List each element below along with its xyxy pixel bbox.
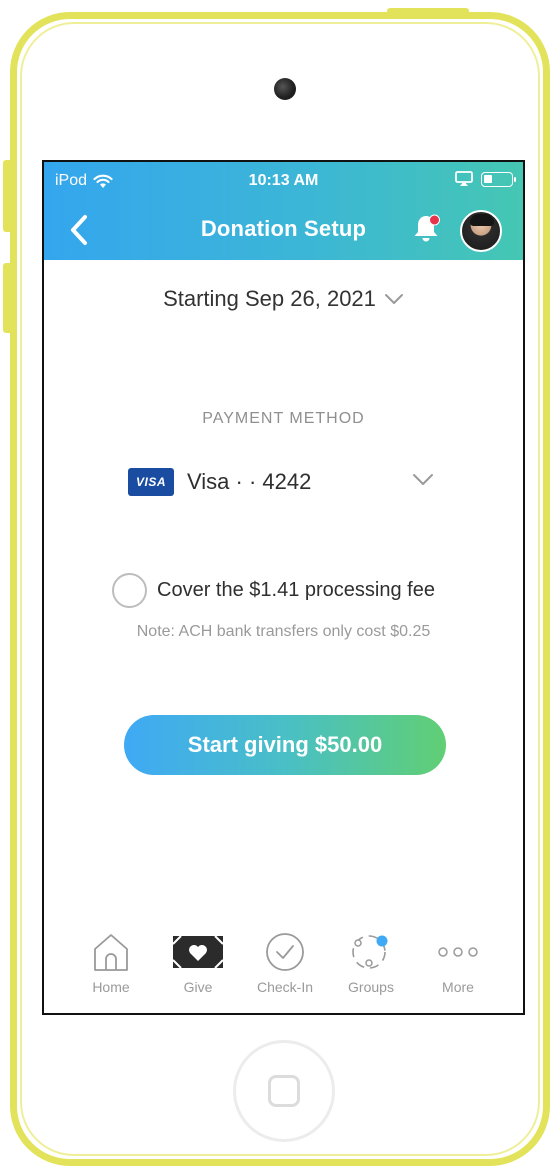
app-screen: iPod 10:13 AM Donation Setup Starting Se… <box>42 160 525 1015</box>
cover-fee-radio[interactable] <box>112 572 147 608</box>
airplay-icon <box>455 171 473 186</box>
start-giving-button[interactable]: Start giving $50.00 <box>124 715 446 775</box>
volume-down-button <box>3 263 10 333</box>
profile-avatar[interactable] <box>460 210 502 252</box>
visa-logo-icon: VISA <box>128 468 174 496</box>
start-date-selector[interactable]: Starting Sep 26, 2021 <box>44 286 523 312</box>
home-icon <box>94 934 128 971</box>
volume-up-button <box>3 160 10 232</box>
tab-check-in[interactable]: Check-In <box>240 927 330 995</box>
tab-bar: Home Give Check-In Groups More <box>44 927 523 1013</box>
chevron-down-icon <box>413 474 433 485</box>
payment-method-selector[interactable]: VISA Visa · · 4242 <box>128 464 448 500</box>
avatar-hair <box>470 214 494 226</box>
tab-groups-label: Groups <box>348 979 394 995</box>
device-home-button[interactable] <box>233 1040 335 1142</box>
tab-home[interactable]: Home <box>66 927 156 995</box>
start-date-label: Starting Sep 26, 2021 <box>163 286 376 311</box>
tab-groups[interactable]: Groups <box>326 927 416 995</box>
card-label: Visa · · 4242 <box>187 469 312 494</box>
front-camera <box>274 78 296 100</box>
bell-icon <box>414 214 440 242</box>
tab-more[interactable]: More <box>413 927 503 995</box>
app-header: iPod 10:13 AM Donation Setup <box>44 162 523 260</box>
ach-fee-note: Note: ACH bank transfers only cost $0.25 <box>136 623 431 640</box>
groups-icon <box>352 935 388 969</box>
more-icon <box>438 947 478 957</box>
tab-check-in-label: Check-In <box>256 979 314 995</box>
status-bar: iPod 10:13 AM <box>44 162 523 200</box>
status-right-icons <box>455 171 516 187</box>
sleep-wake-button <box>387 8 469 14</box>
cover-fee-option[interactable]: Cover the $1.41 processing fee <box>112 572 435 608</box>
page-title: Donation Setup <box>200 216 367 241</box>
notifications-button[interactable] <box>410 212 442 244</box>
status-time: 10:13 AM <box>248 172 319 189</box>
check-circle-icon <box>266 933 304 971</box>
chevron-down-icon <box>384 294 403 304</box>
payment-method-heading: PAYMENT METHOD <box>202 410 365 427</box>
give-icon <box>172 935 224 969</box>
tab-give[interactable]: Give <box>153 927 243 995</box>
battery-icon <box>481 171 516 187</box>
tab-home-label: Home <box>92 979 130 995</box>
tab-give-label: Give <box>183 979 213 995</box>
tab-more-label: More <box>442 979 474 995</box>
home-button-square-icon <box>268 1075 300 1107</box>
cover-fee-label: Cover the $1.41 processing fee <box>157 578 435 601</box>
